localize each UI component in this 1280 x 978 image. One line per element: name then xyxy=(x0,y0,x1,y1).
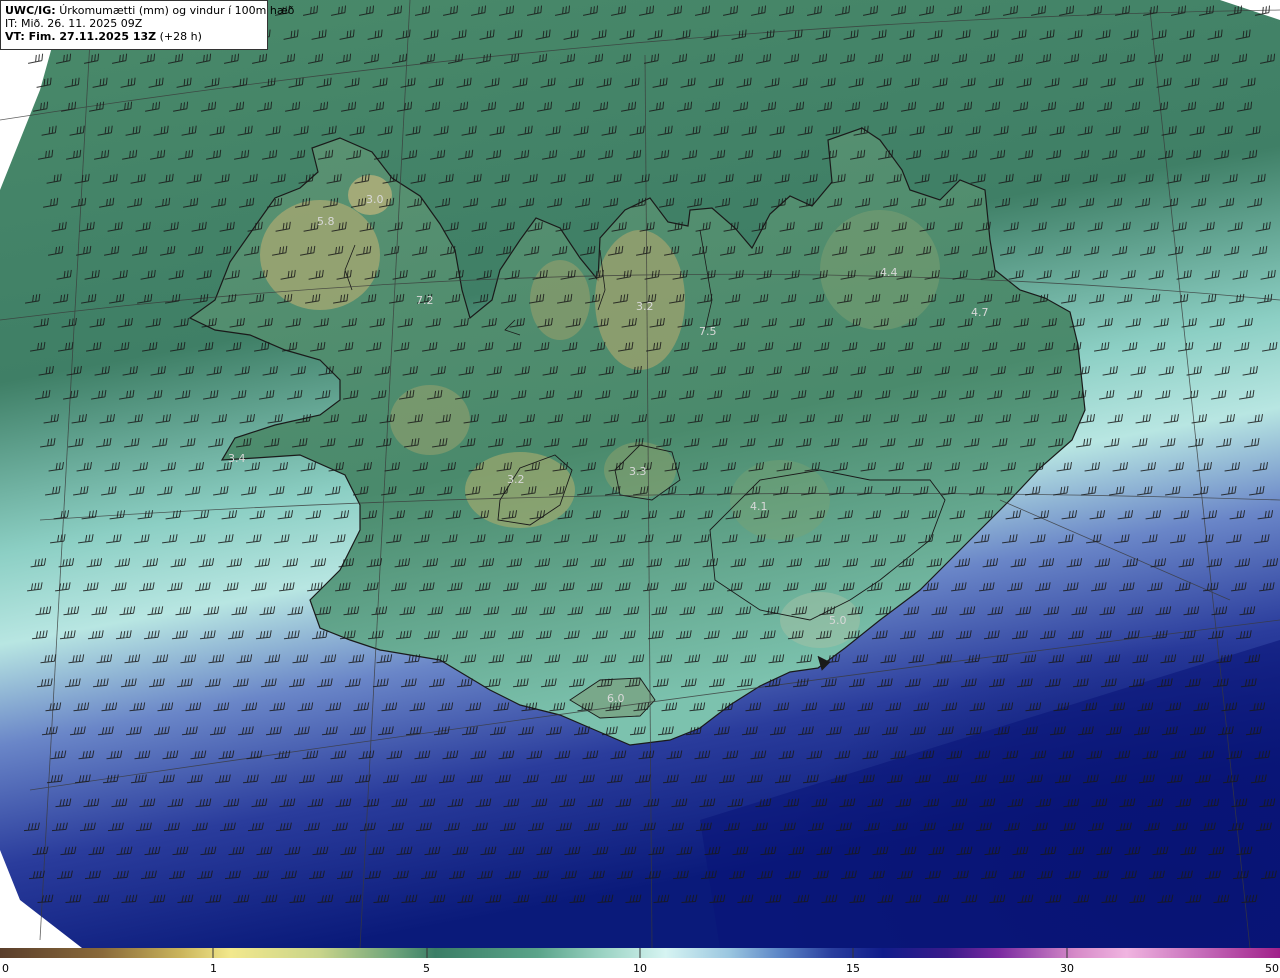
point-value: 3.2 xyxy=(636,300,654,313)
map-title-box: UWC/IG: Úrkomumætti (mm) og vindur í 100… xyxy=(0,0,294,50)
colorbar-tick: 1 xyxy=(210,962,217,975)
colorbar-tick: 5 xyxy=(423,962,430,975)
forecast-lead: (+28 h) xyxy=(159,30,202,43)
init-time: IT: Mið. 26. 11. 2025 09Z xyxy=(5,17,143,30)
colorbar-tick: 10 xyxy=(633,962,647,975)
colorbar xyxy=(0,948,1280,958)
point-value: 3.0 xyxy=(366,193,384,206)
point-value: 3.4 xyxy=(228,452,246,465)
point-value: 3.3 xyxy=(629,465,647,478)
point-value: 7.5 xyxy=(699,325,717,338)
title-line: UWC/IG: Úrkomumætti (mm) og vindur í 100… xyxy=(5,4,294,17)
valid-time: VT: Fim. 27.11.2025 13Z xyxy=(5,30,157,43)
model-code: UWC/IG: xyxy=(5,4,56,17)
point-value: 4.4 xyxy=(880,266,898,279)
colorbar-tick: 30 xyxy=(1060,962,1074,975)
colorbar-ticks: 0 1 5 10 15 30 50 xyxy=(0,962,1280,978)
point-value: 7.2 xyxy=(416,294,434,307)
valid-time-line: VT: Fim. 27.11.2025 13Z (+28 h) xyxy=(5,30,263,43)
point-value: 5.8 xyxy=(317,215,335,228)
field-description: Úrkomumætti (mm) og vindur í 100m hæð xyxy=(59,4,295,17)
point-value: 4.1 xyxy=(750,500,768,513)
point-value: 3.2 xyxy=(507,473,525,486)
point-value: 5.0 xyxy=(829,614,847,627)
point-value: 6.0 xyxy=(607,692,625,705)
colorbar-tick: 50 xyxy=(1265,962,1279,975)
forecast-map: 3.0 5.8 7.2 3.2 7.5 4.4 4.7 3.4 3.2 3.3 … xyxy=(0,0,1280,948)
point-value: 4.7 xyxy=(971,306,989,319)
colorbar-tick: 0 xyxy=(2,962,9,975)
colorbar-tick: 15 xyxy=(846,962,860,975)
